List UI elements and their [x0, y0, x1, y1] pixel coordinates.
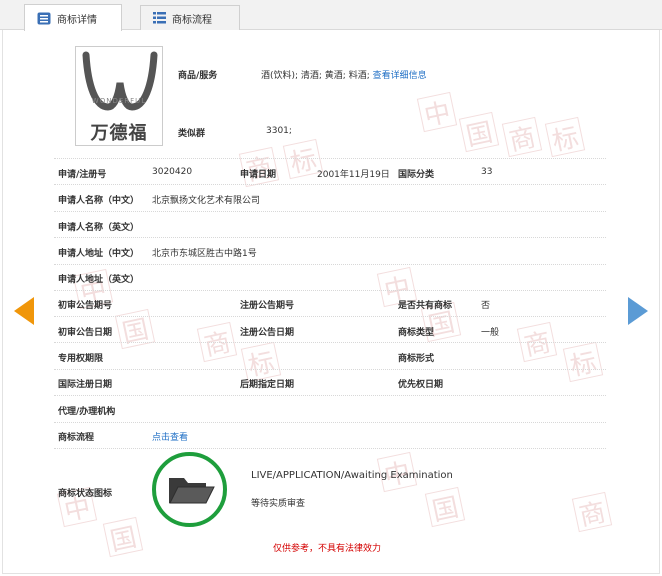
flow-label: 商标流程	[58, 433, 95, 443]
address-cn-label: 申请人地址（中文）	[58, 249, 140, 259]
shared-value: 否	[481, 301, 491, 311]
goods-value: 酒(饮料); 清酒; 黄酒; 料酒; 查看详细信息	[261, 68, 427, 81]
intl-reg-label: 国际注册日期	[58, 380, 113, 390]
prelim-no-label: 初审公告期号	[58, 301, 113, 311]
agent-label: 代理/办理机构	[58, 407, 116, 417]
address-cn-value: 北京市东城区胜古中路1号	[152, 249, 257, 259]
divider	[54, 448, 606, 449]
address-en-label: 申请人地址（英文）	[58, 275, 140, 285]
divider	[54, 395, 606, 396]
view-flow-link[interactable]: 点击查看	[152, 430, 188, 443]
type-value: 一般	[481, 328, 500, 338]
divider	[54, 369, 606, 370]
divider	[54, 264, 606, 265]
logo-english-text: WONDERFUL	[91, 97, 147, 105]
watermark: 商	[501, 116, 543, 158]
intl-class-value: 33	[481, 167, 493, 177]
applicant-cn-label: 申请人名称（中文）	[58, 196, 140, 206]
status-english: LIVE/APPLICATION/Awaiting Examination	[251, 470, 453, 481]
later-designation-label: 后期指定日期	[240, 380, 295, 390]
similar-group-value: 3301;	[266, 126, 292, 136]
divider	[54, 316, 606, 317]
reg-no-value: 3020420	[152, 167, 193, 177]
watermark: 国	[424, 486, 466, 528]
goods-label: 商品/服务	[178, 71, 218, 81]
reg-pub-date-label: 注册公告日期	[240, 328, 295, 338]
watermark: 国	[102, 516, 144, 558]
reg-no-label: 申请/注册号	[58, 170, 107, 180]
applicant-cn-value: 北京飘扬文化艺术有限公司	[152, 196, 261, 206]
logo-w-mark	[82, 51, 158, 111]
tab-label: 商标流程	[172, 14, 212, 26]
intl-class-label: 国际分类	[398, 170, 435, 180]
view-details-link[interactable]: 查看详细信息	[373, 71, 427, 81]
watermark: 中	[416, 91, 458, 133]
form-label: 商标形式	[398, 354, 435, 364]
priority-date-label: 优先权日期	[398, 380, 444, 390]
watermark: 国	[114, 308, 156, 350]
divider	[54, 211, 606, 212]
similar-group-label: 类似群	[178, 129, 206, 139]
status-chinese: 等待实质审查	[251, 499, 306, 509]
disclaimer-text: 仅供参考，不具有法律效力	[273, 544, 382, 554]
type-label: 商标类型	[398, 328, 435, 338]
apply-date-value: 2001年11月19日	[317, 170, 390, 180]
watermark: 国	[458, 111, 500, 153]
shared-label: 是否共有商标	[398, 301, 453, 311]
list-icon	[153, 12, 166, 24]
reg-pub-no-label: 注册公告期号	[240, 301, 295, 311]
divider	[54, 342, 606, 343]
tab-trademark-flow[interactable]: 商标流程	[140, 5, 240, 30]
status-icon-label: 商标状态图标	[58, 489, 113, 499]
tab-label: 商标详情	[57, 14, 97, 26]
arrow-next-icon[interactable]	[628, 297, 648, 325]
watermark: 商	[571, 491, 613, 533]
divider	[54, 290, 606, 291]
watermark: 标	[544, 116, 586, 158]
divider	[54, 158, 606, 159]
arrow-prev-icon[interactable]	[14, 297, 34, 325]
status-ring	[152, 452, 227, 527]
trademark-logo: WONDERFUL 万德福	[75, 46, 163, 146]
watermark: 标	[562, 341, 604, 383]
divider	[54, 184, 606, 185]
applicant-en-label: 申请人名称（英文）	[58, 223, 140, 233]
divider	[54, 237, 606, 238]
apply-date-label: 申请日期	[240, 170, 277, 180]
tab-trademark-details[interactable]: 商标详情	[24, 4, 122, 31]
divider	[54, 422, 606, 423]
document-icon	[37, 12, 51, 25]
tab-bar: 商标详情 商标流程	[0, 0, 662, 31]
folder-open-icon	[169, 478, 215, 504]
goods-text: 酒(饮料); 清酒; 黄酒; 料酒;	[261, 71, 370, 81]
prelim-date-label: 初审公告日期	[58, 328, 113, 338]
logo-chinese-text: 万德福	[90, 123, 148, 144]
exclusive-label: 专用权期限	[58, 354, 104, 364]
